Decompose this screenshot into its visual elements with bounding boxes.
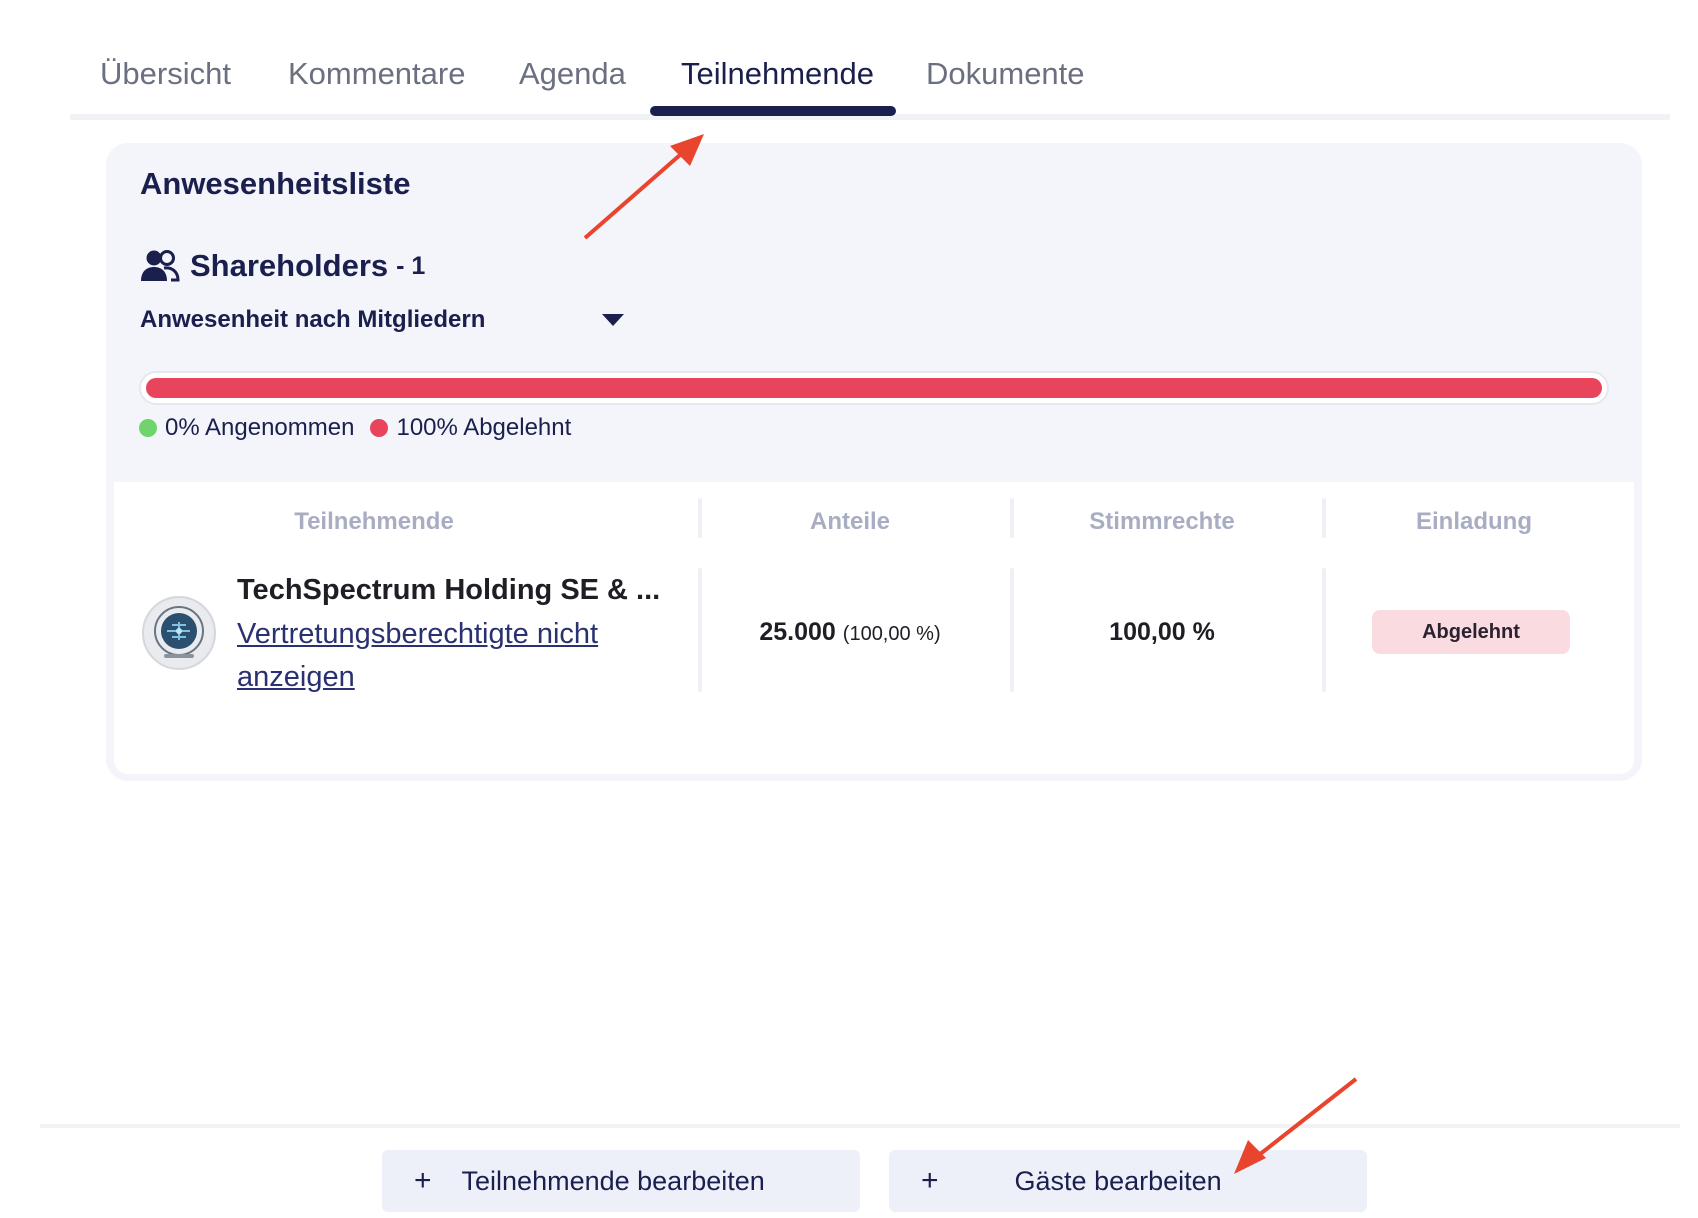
legend-accepted: 0% Angenommen (139, 414, 354, 442)
tab-uebersicht[interactable]: Übersicht (100, 56, 231, 92)
attendance-legend: 0% Angenommen 100% Abgelehnt (139, 414, 587, 442)
voting-rights-value: 100,00 % (1109, 618, 1215, 646)
column-header-einladung: Einladung (1416, 508, 1532, 535)
group-count: - 1 (396, 251, 426, 280)
filter-label: Anwesenheit nach Mitgliedern (140, 306, 486, 333)
tab-kommentare[interactable]: Kommentare (288, 56, 465, 92)
tab-agenda[interactable]: Agenda (519, 56, 626, 92)
footer-divider (40, 1124, 1680, 1128)
edit-guests-button[interactable]: + Gäste bearbeiten (889, 1150, 1367, 1212)
avatar (142, 596, 216, 670)
declined-dot-icon (370, 419, 389, 437)
active-tab-indicator (650, 106, 896, 116)
legend-accepted-label: 0% Angenommen (165, 414, 355, 441)
edit-participants-label: Teilnehmende bearbeiten (461, 1165, 765, 1196)
show-representatives-link[interactable]: Vertretungsberechtigte nicht anzeigen (237, 613, 677, 699)
group-name: Shareholders (190, 248, 389, 283)
legend-declined: 100% Abgelehnt (370, 414, 571, 442)
shares-cell: 25.000 (100,00 %) (700, 618, 1000, 647)
attendance-progress-bar (139, 371, 1609, 405)
participant-name: TechSpectrum Holding SE & ... (237, 574, 661, 606)
declined-progress-fill (146, 378, 1602, 398)
column-header-teilnehmende: Teilnehmende (294, 508, 454, 535)
caret-down-icon[interactable] (602, 314, 624, 326)
invitation-status-badge: Abgelehnt (1372, 610, 1570, 654)
column-header-anteile: Anteile (809, 508, 890, 535)
plus-icon: + (921, 1164, 939, 1197)
legend-declined-label: 100% Abgelehnt (396, 414, 572, 441)
edit-participants-button[interactable]: + Teilnehmende bearbeiten (382, 1150, 860, 1212)
shares-percentage: (100,00 %) (842, 623, 941, 645)
shares-value: 25.000 (759, 618, 836, 646)
attendance-filter-dropdown[interactable]: Anwesenheit nach Mitgliedern (140, 300, 630, 340)
column-divider (698, 498, 702, 538)
column-header-stimmrechte: Stimmrechte (1089, 508, 1235, 535)
column-divider (1322, 568, 1326, 692)
column-divider (1322, 498, 1326, 538)
tab-dokumente[interactable]: Dokumente (926, 56, 1085, 92)
users-icon (141, 250, 180, 282)
shareholders-group-header: Shareholders - 1 (140, 246, 425, 286)
company-logo-icon (146, 600, 212, 666)
accepted-dot-icon (139, 419, 157, 437)
plus-icon: + (414, 1164, 432, 1197)
edit-guests-label: Gäste bearbeiten (1014, 1165, 1222, 1196)
tab-teilnehmende[interactable]: Teilnehmende (681, 56, 874, 92)
card-title: Anwesenheitsliste (140, 166, 411, 201)
column-divider (1010, 498, 1014, 538)
